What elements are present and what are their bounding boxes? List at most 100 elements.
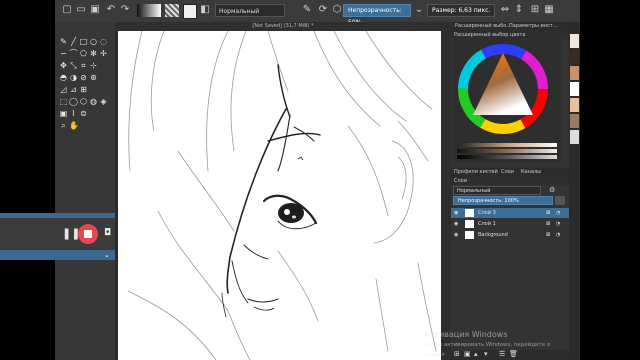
docker-bottom-tabs: Профили кистей Слои Каналы: [451, 168, 569, 178]
layer-row-2[interactable]: ◉ Слой 1 ⊠ ◔: [451, 219, 569, 229]
recorder-controls: ❚❚ ◘: [0, 218, 115, 250]
freehand-select-icon[interactable]: ◍: [89, 97, 98, 106]
right-docker: Расширенный выбо... Параметры инст... Ра…: [451, 22, 569, 360]
circle-tool-icon[interactable]: ◌: [99, 37, 108, 46]
move-tool-icon[interactable]: ✥: [59, 61, 68, 70]
color-wheel[interactable]: [453, 39, 561, 139]
tab-advanced-color-selector[interactable]: Расширенный выбо...: [455, 22, 511, 31]
palette-swatch[interactable]: [570, 114, 579, 128]
polygon-select-icon[interactable]: ⬡: [79, 97, 88, 106]
alpha-icon[interactable]: ◔: [556, 230, 560, 240]
watermark-title: Активация Windows: [424, 330, 508, 339]
canvas-vertical-scrollbar[interactable]: [441, 31, 451, 360]
polygon-tool-icon[interactable]: ⬠: [79, 49, 88, 58]
transform-tool-icon[interactable]: ⤡: [69, 61, 78, 70]
lock-icon[interactable]: ⊠: [546, 230, 550, 240]
watermark-line-2: раздел: [424, 352, 445, 358]
mirror-vertical-icon[interactable]: ⇕: [513, 4, 525, 16]
gradient-selector[interactable]: [137, 4, 161, 17]
reference-tool-icon[interactable]: ⊿: [69, 85, 78, 94]
magnetic-select-icon[interactable]: ⊜: [79, 109, 88, 118]
eye-icon[interactable]: ◉: [454, 208, 458, 218]
alpha-icon[interactable]: ◔: [556, 219, 560, 229]
workspace-icon[interactable]: ▦: [543, 4, 555, 16]
layer-filter-icon[interactable]: ⚙: [549, 186, 558, 195]
brush-tool-icon[interactable]: ✎: [59, 37, 68, 46]
brush-preset-icon[interactable]: ◧: [199, 4, 211, 16]
foreground-background-color[interactable]: [183, 4, 197, 19]
toolbox: ✎ ╱ □ ○ ◌ ∽ ⌒ ⬠ ✻ ✢ ✥ ⤡ ⌗ ⊹ ◓ ◑ ⊘ ⊛ ◿ ⊿ …: [55, 22, 115, 360]
undo-icon[interactable]: ↶: [105, 4, 117, 16]
layer-opacity-slider[interactable]: Непрозрачность: 100%: [453, 196, 553, 205]
line-tool-icon[interactable]: ╱: [69, 37, 78, 46]
gradient-tool-icon[interactable]: ◑: [69, 73, 78, 82]
contiguous-select-icon[interactable]: ◈: [99, 97, 108, 106]
pan-tool-icon[interactable]: ✋: [69, 121, 79, 130]
palette-swatch[interactable]: [570, 98, 579, 112]
eye-icon[interactable]: ◉: [454, 230, 458, 240]
pause-icon[interactable]: ❚❚: [62, 227, 80, 241]
zoom-tool-icon[interactable]: ⌕: [59, 121, 68, 130]
document-tab[interactable]: [Not Saved] (31,7 MiB) *: [115, 22, 451, 31]
palette-swatch[interactable]: [570, 50, 579, 64]
color-picker-icon[interactable]: ⊘: [79, 73, 88, 82]
similar-select-icon[interactable]: ▣: [59, 109, 68, 118]
assistant-tool-icon[interactable]: ⊹: [89, 61, 98, 70]
palette-swatch[interactable]: [570, 66, 579, 80]
mirror-horizontal-icon[interactable]: ⇔: [499, 4, 511, 16]
crop-tool-icon[interactable]: ⌗: [79, 61, 88, 70]
erase-mode-icon[interactable]: ✎: [301, 4, 313, 16]
open-document-icon[interactable]: ▭: [75, 4, 87, 16]
size-slider[interactable]: Размер: 6,63 пикс.: [427, 4, 495, 17]
alpha-lock-icon[interactable]: ⬡: [331, 4, 343, 16]
shade-strip-1[interactable]: [457, 143, 557, 147]
palette-swatch[interactable]: [570, 34, 579, 48]
ellipse-tool-icon[interactable]: ○: [89, 37, 98, 46]
opacity-slider[interactable]: Непрозрачность: 50%: [343, 4, 411, 26]
rect-select-icon[interactable]: ⬚: [59, 97, 68, 106]
palette-swatch[interactable]: [570, 82, 579, 96]
lock-icon[interactable]: ⊠: [546, 208, 550, 218]
layer-blend-mode-select[interactable]: Нормальный: [453, 186, 541, 195]
layer-row-1[interactable]: ◉ Слой 3 ⊠ ◔: [451, 208, 569, 218]
tab-tool-options[interactable]: Параметры инст...: [509, 22, 557, 31]
new-document-icon[interactable]: ▢: [61, 4, 73, 16]
lock-icon[interactable]: ⊠: [546, 219, 550, 229]
layer-thumbnail: [465, 231, 474, 239]
tab-channels[interactable]: Каналы: [521, 168, 541, 177]
shade-strip-2[interactable]: [457, 149, 557, 153]
measure-tool-icon[interactable]: ◿: [59, 85, 68, 94]
save-document-icon[interactable]: ▣: [89, 4, 101, 16]
camera-icon[interactable]: ◘: [104, 227, 114, 239]
freehand-path-icon[interactable]: ⌒: [69, 49, 78, 58]
redo-icon[interactable]: ↷: [119, 4, 131, 16]
layer-row-3[interactable]: ◉ Background ⊠ ◔: [451, 230, 569, 240]
rectangle-tool-icon[interactable]: □: [79, 37, 88, 46]
blend-mode-select[interactable]: Нормальный: [215, 4, 285, 17]
layer-name[interactable]: Слой 3: [478, 208, 496, 218]
layer-opacity-extra-icon[interactable]: [555, 196, 565, 205]
path-tool-icon[interactable]: ∽: [59, 49, 68, 58]
alpha-icon[interactable]: ◔: [556, 208, 560, 218]
drawing-canvas[interactable]: [118, 31, 441, 360]
dyna-tool-icon[interactable]: ✢: [99, 49, 108, 58]
chevron-down-icon[interactable]: ⌄: [104, 250, 110, 260]
opacity-dropdown-icon[interactable]: ⌄: [413, 4, 425, 16]
stop-record-button[interactable]: [78, 224, 98, 244]
eye-icon[interactable]: ◉: [454, 219, 458, 229]
fill-tool-icon[interactable]: ◓: [59, 73, 68, 82]
grid-tool-icon[interactable]: ⊞: [79, 85, 88, 94]
wrap-around-icon[interactable]: ⊞: [529, 4, 541, 16]
palette-swatch[interactable]: [570, 130, 579, 144]
smart-patch-icon[interactable]: ⊛: [89, 73, 98, 82]
layer-thumbnail: [465, 209, 474, 217]
multibrush-tool-icon[interactable]: ✻: [89, 49, 98, 58]
layer-name[interactable]: Слой 1: [478, 219, 496, 229]
pattern-selector[interactable]: [165, 4, 179, 17]
shade-strip-3[interactable]: [457, 155, 557, 159]
layer-name[interactable]: Background: [478, 230, 508, 240]
reload-preset-icon[interactable]: ⟳: [317, 4, 329, 16]
bezier-select-icon[interactable]: ⌇: [69, 109, 78, 118]
tab-brush-presets[interactable]: Профили кистей: [454, 168, 498, 177]
ellipse-select-icon[interactable]: ◯: [69, 97, 78, 106]
